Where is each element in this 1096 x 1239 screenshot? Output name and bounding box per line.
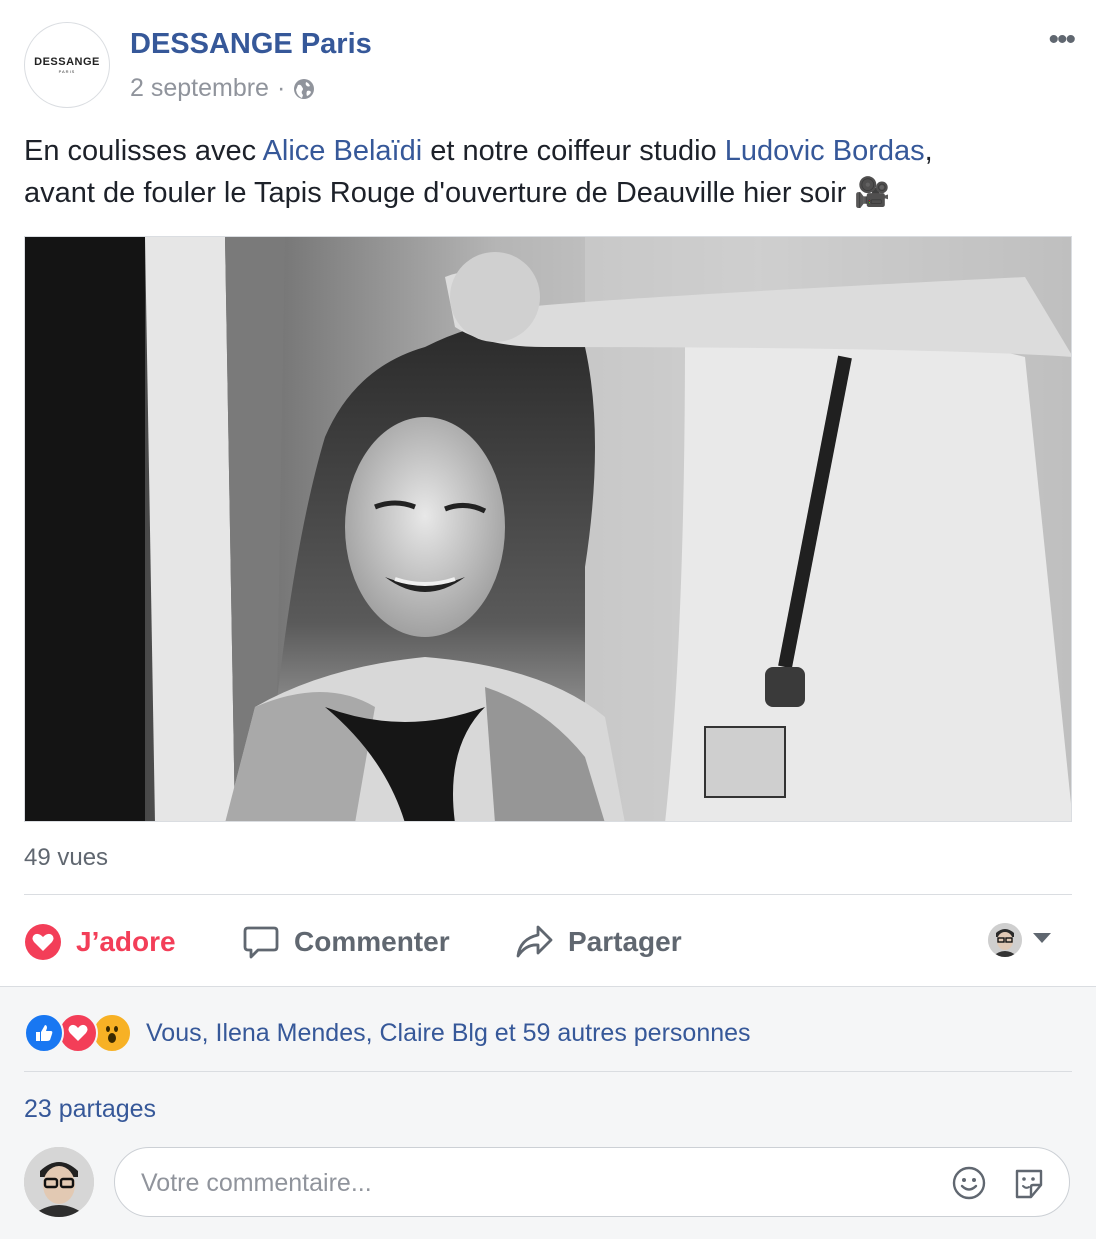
view-count: 49 vues <box>24 844 109 871</box>
love-label: J’adore <box>76 926 176 957</box>
movie-camera-icon: 🎥 <box>854 177 891 209</box>
meta-separator: · <box>276 74 286 102</box>
page-name-link[interactable]: DESSANGE Paris <box>130 28 372 61</box>
post-footer: Vous, Ilena Mendes, Claire Blg et 59 aut… <box>0 986 1096 1239</box>
comment-input[interactable] <box>139 1148 923 1218</box>
divider <box>24 1071 1072 1072</box>
like-reaction-icon <box>24 1013 64 1053</box>
reactions-text[interactable]: Vous, Ilena Mendes, Claire Blg et 59 aut… <box>146 1019 751 1048</box>
commenter-avatar <box>24 1147 94 1217</box>
shares-count[interactable]: 23 partages <box>24 1095 156 1124</box>
page-avatar[interactable]: DESSANGE PARIS <box>24 22 110 108</box>
post-text: En coulisses avec Alice Belaïdi et notre… <box>24 130 1074 214</box>
heart-icon <box>24 923 62 961</box>
video-player[interactable] <box>24 236 1072 822</box>
comment-button[interactable]: Commenter <box>242 904 450 980</box>
post-header: DESSANGE PARIS DESSANGE Paris 2 septembr… <box>24 22 1076 112</box>
share-button[interactable]: Partager <box>514 904 682 980</box>
mention-alice-belaidi[interactable]: Alice Belaïdi <box>263 135 423 167</box>
video-frame <box>25 237 1071 821</box>
post-as-selector[interactable] <box>988 923 1052 957</box>
user-avatar-small <box>988 923 1022 957</box>
share-icon <box>514 923 554 961</box>
wow-reaction-icon <box>92 1013 132 1053</box>
love-button[interactable]: J’adore <box>24 904 176 980</box>
page-logo-text: DESSANGE <box>34 56 100 68</box>
action-bar: J’adore Commenter Partager <box>24 904 1072 980</box>
chevron-down-icon <box>1032 931 1052 949</box>
comment-icon <box>242 923 280 961</box>
emoji-icon[interactable] <box>951 1165 987 1201</box>
divider <box>24 894 1072 895</box>
post-text-segment: En coulisses avec <box>24 135 263 167</box>
comment-label: Commenter <box>294 926 450 957</box>
more-options-icon[interactable]: ••• <box>1048 25 1075 55</box>
post-card: DESSANGE PARIS DESSANGE Paris 2 septembr… <box>0 0 1096 1239</box>
reactions-summary[interactable]: Vous, Ilena Mendes, Claire Blg et 59 aut… <box>24 1013 751 1053</box>
post-meta: 2 septembre · <box>130 74 315 103</box>
globe-icon <box>293 78 315 100</box>
page-logo-subtext: PARIS <box>58 69 76 74</box>
comment-composer <box>114 1147 1070 1218</box>
post-text-segment: et notre coiffeur studio <box>422 135 725 167</box>
post-date[interactable]: 2 septembre <box>130 74 269 103</box>
mention-ludovic-bordas[interactable]: Ludovic Bordas <box>725 135 925 167</box>
sticker-icon[interactable] <box>1011 1165 1047 1201</box>
love-reaction-icon <box>58 1013 98 1053</box>
share-label: Partager <box>568 926 682 957</box>
